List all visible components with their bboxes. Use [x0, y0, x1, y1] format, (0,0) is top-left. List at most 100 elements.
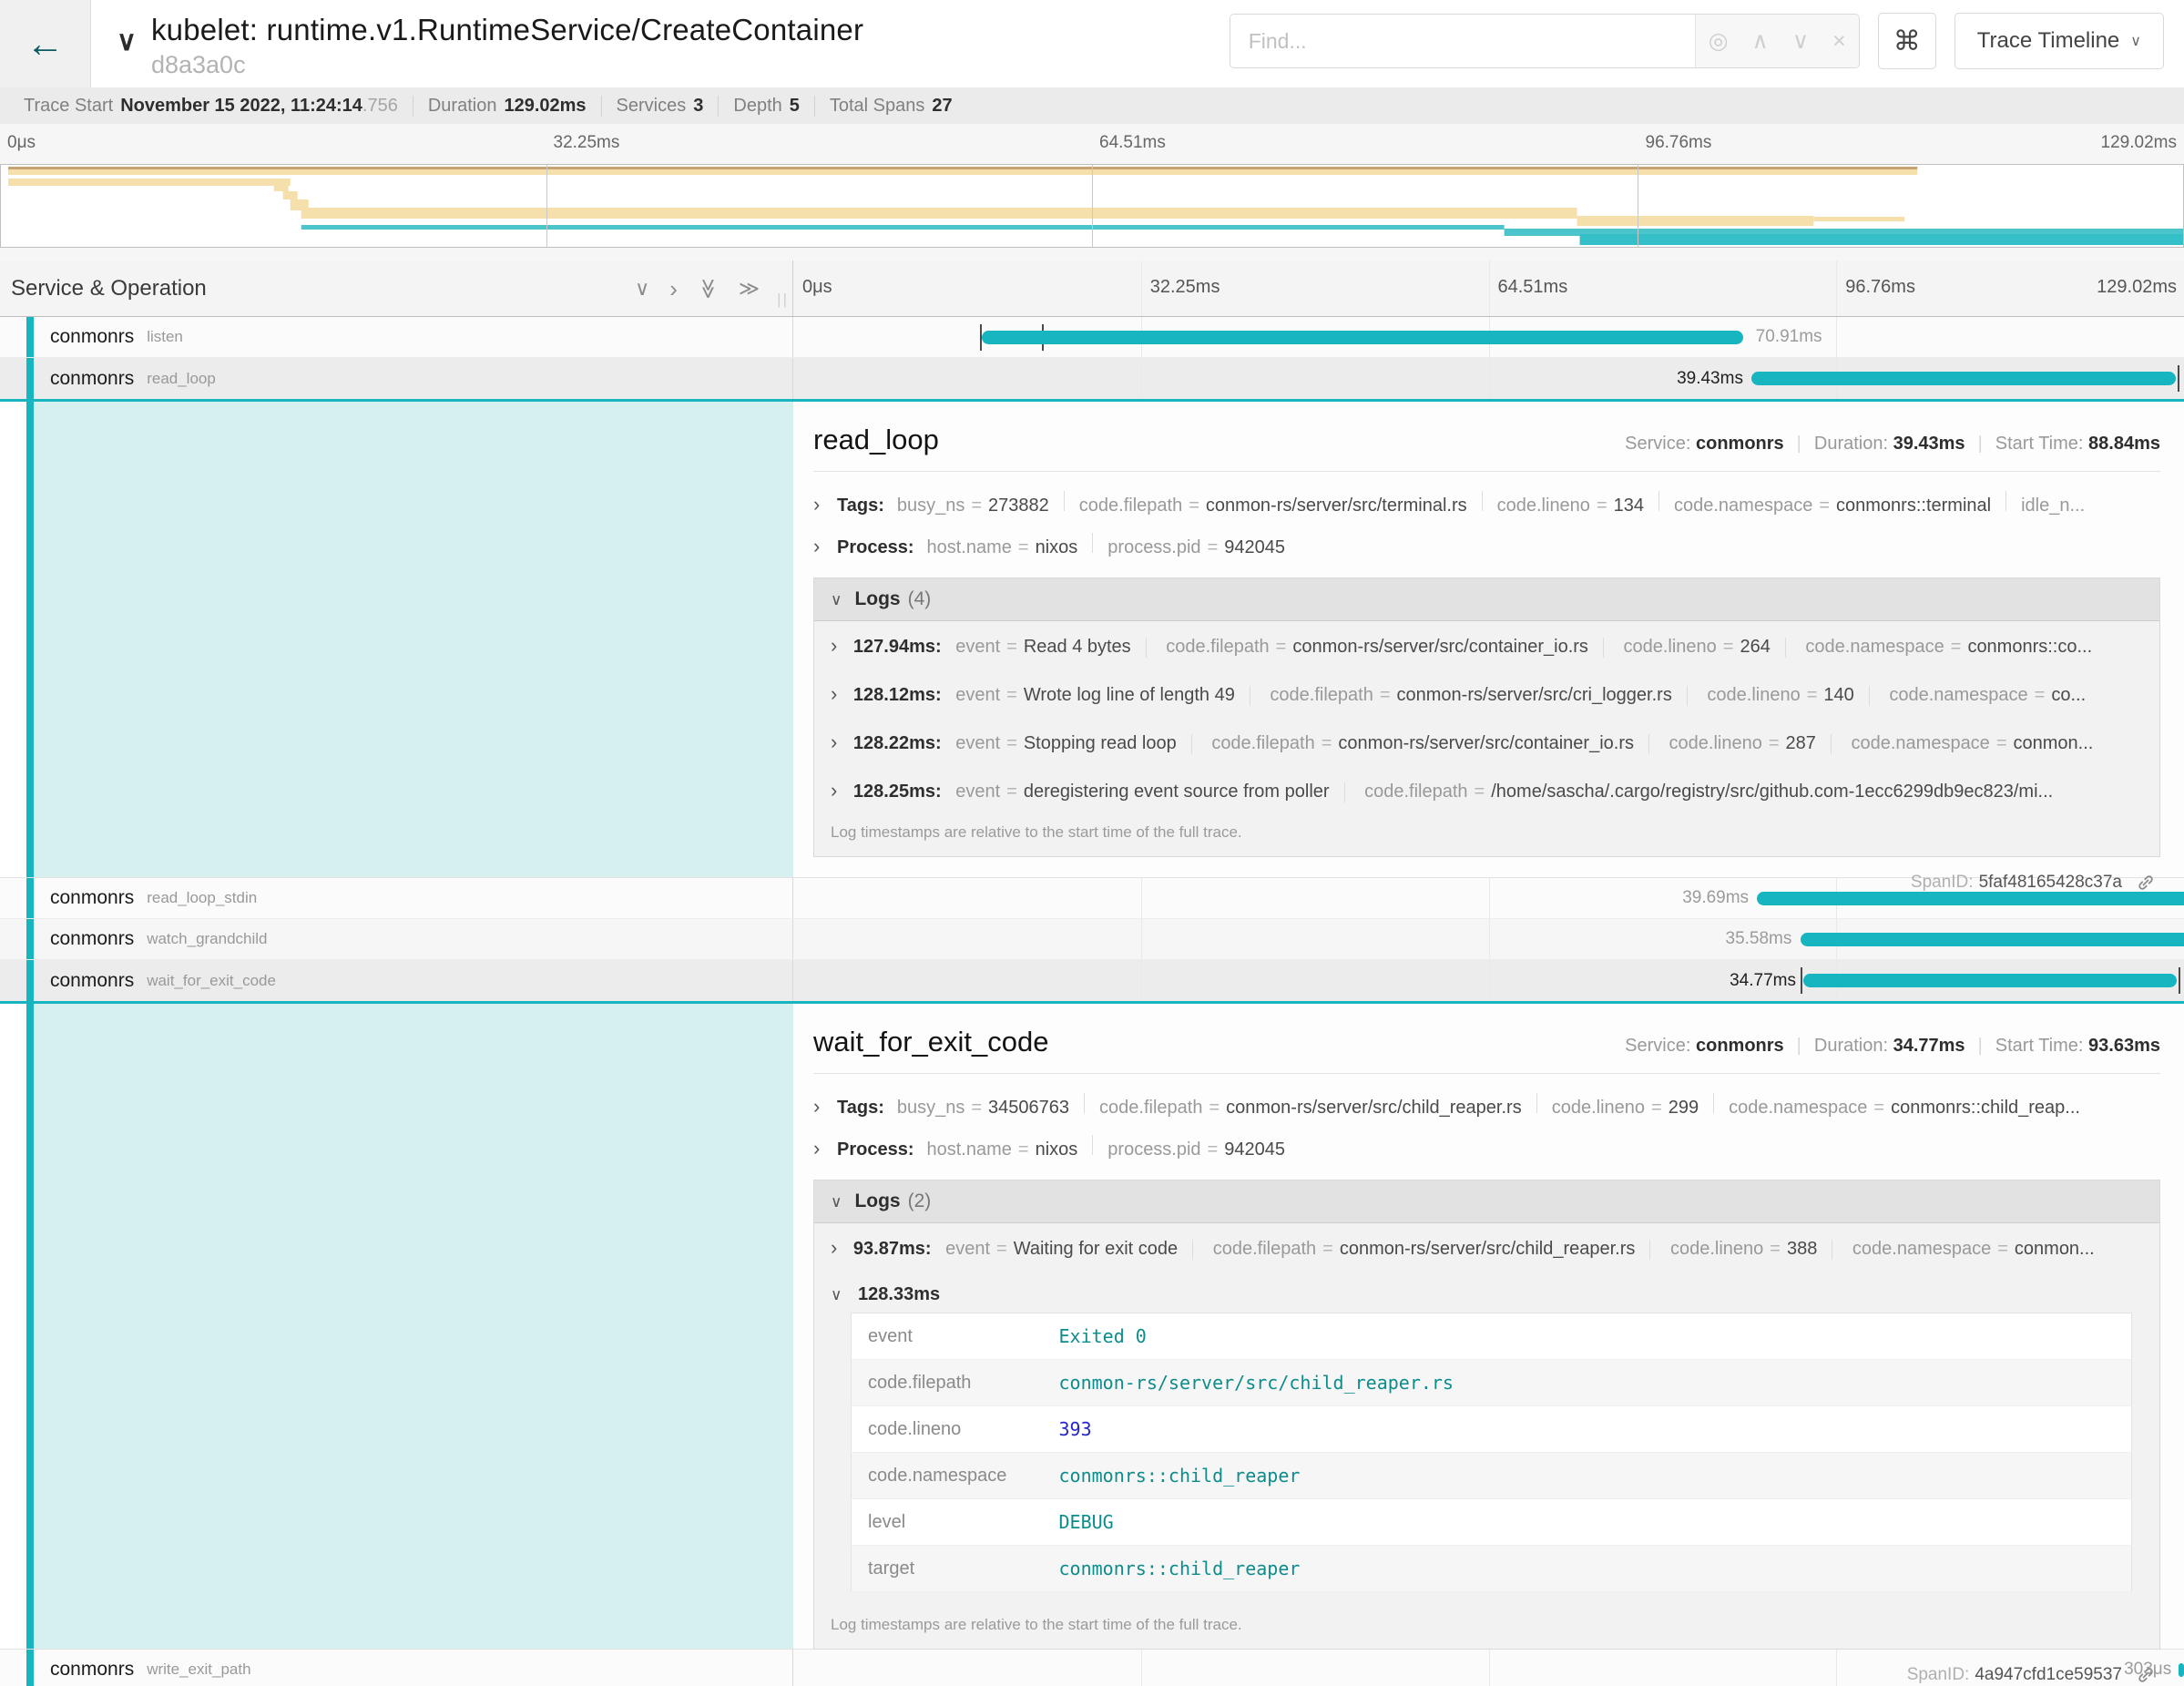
ruler-tick-0: 0μs: [802, 277, 832, 298]
span-bar[interactable]: [2179, 1663, 2184, 1677]
detail-title: wait_for_exit_code: [813, 1026, 1049, 1058]
span-bar-cell[interactable]: 303μs: [793, 1650, 2184, 1686]
span-name-cell[interactable]: conmonrs write_exit_path: [0, 1650, 793, 1686]
table-row: code.lineno 393: [852, 1406, 2132, 1453]
span-name-cell[interactable]: conmonrs wait_for_exit_code: [0, 960, 793, 1001]
locate-icon[interactable]: ◎: [1709, 30, 1729, 53]
service-operation-header: Service & Operation ∨ › ≫ ≫ ||: [0, 261, 793, 316]
chevron-down-icon: ∨: [2130, 32, 2141, 50]
trace-page-header: ← ∨ kubelet: runtime.v1.RuntimeService/C…: [0, 0, 2184, 87]
logs-header[interactable]: ∨ Logs (2): [814, 1180, 2159, 1223]
span-bar[interactable]: [982, 331, 1743, 344]
log-row[interactable]: › 128.25ms: event=deregistering event so…: [814, 766, 2159, 814]
minimap-gridline: [1092, 165, 1093, 247]
trace-start-fraction: .756: [362, 96, 398, 117]
log-row[interactable]: › 128.12ms: event=Wrote log line of leng…: [814, 669, 2159, 718]
tags-row[interactable]: › Tags: busy_ns=34506763 code.filepath=c…: [813, 1085, 2160, 1127]
span-row-wait-for-exit-code[interactable]: conmonrs wait_for_exit_code 34.77ms: [0, 960, 2184, 1001]
service-color-stripe: [26, 960, 34, 1001]
tag-value: 299: [1669, 1098, 1699, 1118]
total-spans-value: 27: [932, 96, 952, 117]
find-clear-icon[interactable]: ×: [1832, 30, 1846, 53]
logs-header[interactable]: ∨ Logs (4): [814, 578, 2159, 621]
keyboard-shortcuts-button[interactable]: ⌘: [1878, 13, 1936, 69]
span-row-read-loop[interactable]: conmonrs read_loop 39.43ms: [0, 358, 2184, 399]
log-field-value: conmon...: [2015, 1239, 2095, 1259]
log-row[interactable]: › 93.87ms: event=Waiting for exit code c…: [814, 1223, 2159, 1272]
log-field-value: Read 4 bytes: [1024, 637, 1131, 657]
collapse-one-icon[interactable]: ∨: [635, 279, 649, 299]
service-name: conmonrs: [50, 970, 134, 992]
chevron-right-icon: ›: [831, 682, 837, 705]
log-field-key: code.filepath: [1166, 637, 1269, 657]
logs-count: (4): [908, 588, 932, 610]
service-color-stripe: [26, 919, 34, 959]
table-row: level DEBUG: [852, 1499, 2132, 1546]
span-name-cell[interactable]: conmonrs read_loop_stdin: [0, 878, 793, 918]
find-input[interactable]: [1230, 15, 1695, 67]
log-row[interactable]: › 127.94ms: event=Read 4 bytes code.file…: [814, 621, 2159, 669]
span-bar[interactable]: [1803, 974, 2178, 987]
trace-start-label: Trace Start: [24, 96, 113, 117]
span-row-write-exit-path[interactable]: conmonrs write_exit_path 303μs: [0, 1650, 2184, 1686]
detail-highlight-column: [34, 402, 793, 877]
divider: [813, 471, 2160, 472]
collapse-header-icon[interactable]: ∨: [117, 26, 137, 57]
process-row[interactable]: › Process: host.name=nixos process.pid=9…: [813, 525, 2160, 567]
row-gridline: [1489, 358, 1490, 399]
detail-title: read_loop: [813, 424, 939, 456]
span-name-cell[interactable]: conmonrs listen: [0, 317, 793, 357]
span-row-watch-grandchild[interactable]: conmonrs watch_grandchild 35.58ms: [0, 919, 2184, 960]
separator: |: [1978, 434, 1983, 455]
span-name-cell[interactable]: conmonrs watch_grandchild: [0, 919, 793, 959]
expand-one-icon[interactable]: ›: [669, 277, 678, 301]
span-bar-cell[interactable]: 39.43ms: [793, 358, 2184, 399]
span-bar-cell[interactable]: 35.58ms: [793, 919, 2184, 959]
tag-key: code.namespace: [1674, 496, 1812, 516]
log-row[interactable]: › 128.22ms: event=Stopping read loop cod…: [814, 718, 2159, 766]
field-key: level: [852, 1499, 1043, 1546]
field-key: code.namespace: [852, 1453, 1043, 1499]
span-bar-cell[interactable]: 39.69ms: [793, 878, 2184, 918]
service-value: conmonrs: [1696, 434, 1784, 455]
find-prev-icon[interactable]: ∧: [1752, 30, 1769, 53]
page-title: kubelet: runtime.v1.RuntimeService/Creat…: [151, 13, 863, 47]
column-resize-grip[interactable]: ||: [777, 291, 789, 309]
field-value: DEBUG: [1043, 1499, 2132, 1546]
tag-value: 134: [1614, 496, 1644, 516]
trace-title-block: ∨ kubelet: runtime.v1.RuntimeService/Cre…: [91, 0, 863, 87]
trace-minimap-scrubber[interactable]: [0, 164, 2184, 248]
span-bar[interactable]: [1757, 892, 2184, 905]
log-field-value: Waiting for exit code: [1014, 1239, 1178, 1259]
log-row-expanded[interactable]: ∨ 128.33ms: [814, 1272, 2159, 1309]
service-label: Service:: [1625, 434, 1690, 455]
logs-section: ∨ Logs (4) › 127.94ms: event=Read 4 byte…: [813, 577, 2160, 857]
span-row-read-loop-stdin[interactable]: conmonrs read_loop_stdin 39.69ms: [0, 878, 2184, 919]
process-row[interactable]: › Process: host.name=nixos process.pid=9…: [813, 1127, 2160, 1169]
log-field-key: code.lineno: [1670, 1239, 1763, 1259]
tags-row[interactable]: › Tags: busy_ns=273882 code.filepath=con…: [813, 483, 2160, 525]
tag-key: code.namespace: [1729, 1098, 1867, 1118]
span-bar[interactable]: [1751, 372, 2176, 385]
table-row: event Exited 0: [852, 1313, 2132, 1360]
tag-key: process.pid: [1107, 537, 1200, 557]
row-gridline: [1489, 960, 1490, 1001]
chevron-right-icon: ›: [831, 779, 837, 802]
span-tick: [1801, 967, 1802, 994]
log-timestamp: 128.12ms:: [853, 685, 942, 705]
expand-all-icon[interactable]: ≫: [739, 279, 760, 299]
service-color-stripe: [26, 1004, 34, 1649]
span-bar-cell[interactable]: 34.77ms: [793, 960, 2184, 1001]
trace-view-selector[interactable]: Trace Timeline ∨: [1954, 13, 2164, 69]
duration-label: Duration:: [1814, 434, 1888, 455]
tag-value: conmon-rs/server/src/terminal.rs: [1206, 496, 1467, 516]
span-row-listen[interactable]: conmonrs listen 70.91ms: [0, 317, 2184, 358]
span-name-cell[interactable]: conmonrs read_loop: [0, 358, 793, 399]
detail-left-gutter: [0, 1004, 793, 1649]
collapse-all-icon[interactable]: ≫: [698, 278, 718, 299]
span-bar-cell[interactable]: 70.91ms: [793, 317, 2184, 357]
back-button[interactable]: ←: [0, 0, 91, 87]
span-bar[interactable]: [1801, 933, 2184, 946]
log-field-key: code.lineno: [1707, 685, 1800, 705]
find-next-icon[interactable]: ∨: [1792, 30, 1809, 53]
